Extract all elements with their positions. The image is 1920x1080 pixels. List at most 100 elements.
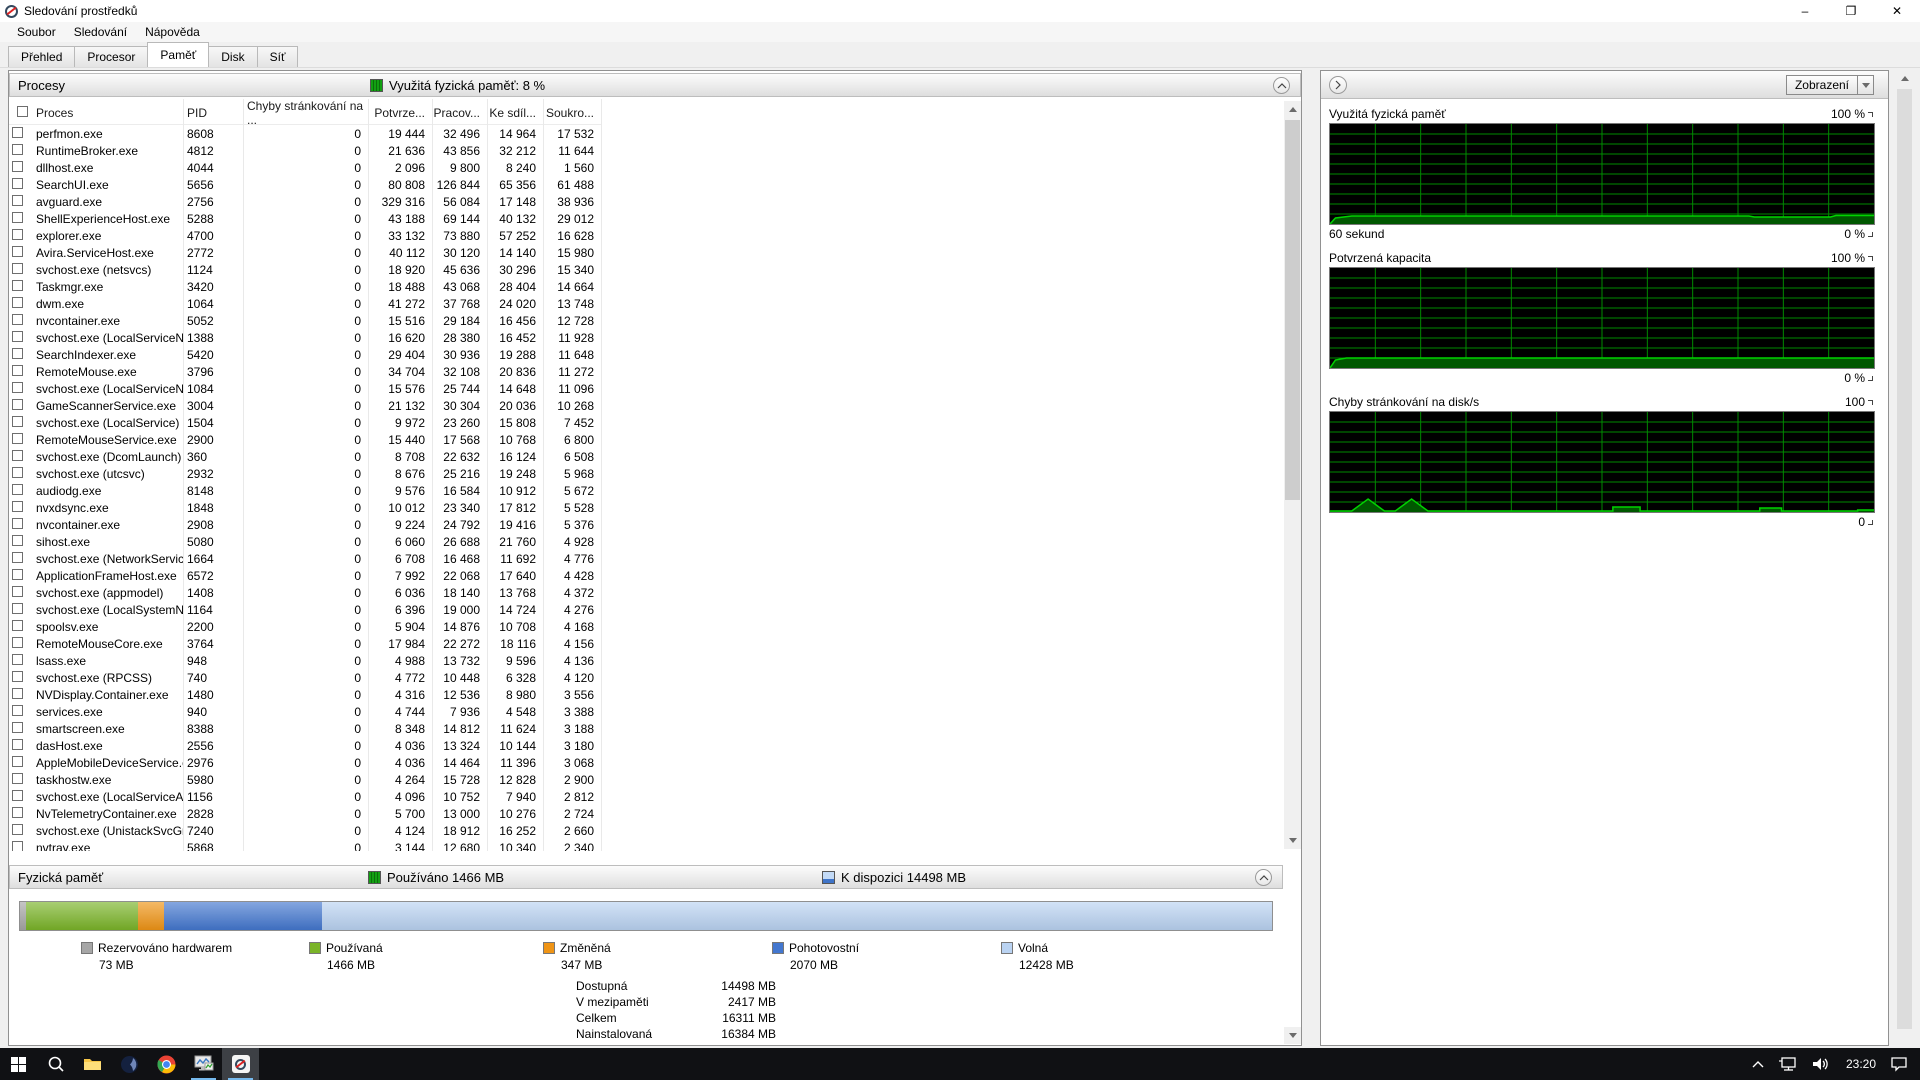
restore-button[interactable]: ❐: [1828, 0, 1874, 22]
row-checkbox[interactable]: [12, 637, 23, 648]
select-all-checkbox[interactable]: [17, 106, 28, 117]
row-checkbox[interactable]: [12, 348, 23, 359]
table-row[interactable]: Taskmgr.exe3420018 48843 06828 40414 664: [9, 278, 601, 295]
taskbar-file-explorer-button[interactable]: [74, 1048, 111, 1080]
scrollbar-thumb[interactable]: [1285, 120, 1300, 500]
processes-section-header[interactable]: Procesy Využitá fyzická paměť: 8 %: [9, 73, 1301, 97]
row-checkbox[interactable]: [12, 229, 23, 240]
table-row[interactable]: nvcontainer.exe290809 22424 79219 4165 3…: [9, 516, 601, 533]
column-header-potvrze[interactable]: Potvrze...: [368, 106, 432, 120]
row-checkbox[interactable]: [12, 178, 23, 189]
menu-napoveda[interactable]: Nápověda: [136, 23, 209, 41]
collapse-memory-button[interactable]: [1255, 869, 1272, 886]
taskbar-resource-monitor-button[interactable]: [185, 1048, 222, 1080]
table-row[interactable]: svchost.exe (DcomLaunch)36008 70822 6321…: [9, 448, 601, 465]
table-row[interactable]: NvTelemetryContainer.exe282805 70013 000…: [9, 805, 601, 822]
row-checkbox[interactable]: [12, 161, 23, 172]
table-row[interactable]: RuntimeBroker.exe4812021 63643 85632 212…: [9, 142, 601, 159]
close-button[interactable]: ✕: [1874, 0, 1920, 22]
tab-procesor[interactable]: Procesor: [74, 46, 148, 67]
row-checkbox[interactable]: [12, 450, 23, 461]
table-row[interactable]: RemoteMouseCore.exe3764017 98422 27218 1…: [9, 635, 601, 652]
table-row[interactable]: dwm.exe1064041 27237 76824 02013 748: [9, 295, 601, 312]
table-row[interactable]: NVDisplay.Container.exe148004 31612 5368…: [9, 686, 601, 703]
table-row[interactable]: nvtray.exe586803 14412 68010 3402 340: [9, 839, 601, 851]
menu-sledovani[interactable]: Sledování: [65, 23, 136, 41]
row-checkbox[interactable]: [12, 756, 23, 767]
table-row[interactable]: svchost.exe (netsvcs)1124018 92045 63630…: [9, 261, 601, 278]
row-checkbox[interactable]: [12, 739, 23, 750]
row-checkbox[interactable]: [12, 518, 23, 529]
taskbar-clock[interactable]: 23:20: [1846, 1057, 1876, 1071]
table-row[interactable]: spoolsv.exe220005 90414 87610 7084 168: [9, 618, 601, 635]
row-checkbox[interactable]: [12, 280, 23, 291]
row-checkbox[interactable]: [12, 654, 23, 665]
start-button[interactable]: [0, 1048, 37, 1080]
tab-pamet[interactable]: Paměť: [147, 42, 209, 67]
row-checkbox[interactable]: [12, 824, 23, 835]
table-row[interactable]: svchost.exe (appmodel)140806 03618 14013…: [9, 584, 601, 601]
row-checkbox[interactable]: [12, 314, 23, 325]
scroll-down-button[interactable]: [1284, 832, 1301, 849]
table-row[interactable]: taskhostw.exe598004 26415 72812 8282 900: [9, 771, 601, 788]
tab-sit[interactable]: Síť: [257, 46, 299, 67]
row-checkbox[interactable]: [12, 263, 23, 274]
menu-soubor[interactable]: Soubor: [8, 23, 65, 41]
table-row[interactable]: AppleMobileDeviceService.exe297604 03614…: [9, 754, 601, 771]
tab-disk[interactable]: Disk: [208, 46, 257, 67]
collapse-processes-button[interactable]: [1273, 77, 1290, 94]
row-checkbox[interactable]: [12, 144, 23, 155]
table-row[interactable]: svchost.exe (UnistackSvcGro...724004 124…: [9, 822, 601, 839]
row-checkbox[interactable]: [12, 212, 23, 223]
table-row[interactable]: avguard.exe27560329 31656 08417 14838 93…: [9, 193, 601, 210]
scroll-up-button[interactable]: [1896, 70, 1913, 87]
process-table-scrollbar[interactable]: [1284, 101, 1301, 849]
row-checkbox[interactable]: [12, 722, 23, 733]
taskbar-resource-monitor-active-button[interactable]: [222, 1048, 259, 1080]
table-row[interactable]: GameScannerService.exe3004021 13230 3042…: [9, 397, 601, 414]
window-scrollbar[interactable]: [1896, 70, 1913, 1046]
table-row[interactable]: svchost.exe (LocalService)150409 97223 2…: [9, 414, 601, 431]
column-header-kesdil[interactable]: Ke sdíl...: [487, 106, 543, 120]
table-row[interactable]: sihost.exe508006 06026 68821 7604 928: [9, 533, 601, 550]
dropdown-caret[interactable]: [1857, 76, 1873, 94]
row-checkbox[interactable]: [12, 569, 23, 580]
column-header-soukro[interactable]: Soukro...: [543, 106, 601, 120]
row-checkbox[interactable]: [12, 297, 23, 308]
table-row[interactable]: nvcontainer.exe5052015 51629 18416 45612…: [9, 312, 601, 329]
row-checkbox[interactable]: [12, 399, 23, 410]
row-checkbox[interactable]: [12, 807, 23, 818]
row-checkbox[interactable]: [12, 195, 23, 206]
table-row[interactable]: svchost.exe (LocalServiceNet...1084015 5…: [9, 380, 601, 397]
table-row[interactable]: SearchUI.exe5656080 808126 84465 35661 4…: [9, 176, 601, 193]
row-checkbox[interactable]: [12, 433, 23, 444]
row-checkbox[interactable]: [12, 790, 23, 801]
row-checkbox[interactable]: [12, 331, 23, 342]
table-row[interactable]: SearchIndexer.exe5420029 40430 93619 288…: [9, 346, 601, 363]
row-checkbox[interactable]: [12, 484, 23, 495]
table-row[interactable]: svchost.exe (LocalServiceAn...115604 096…: [9, 788, 601, 805]
row-checkbox[interactable]: [12, 501, 23, 512]
volume-icon[interactable]: [1812, 1056, 1832, 1072]
tab-prehled[interactable]: Přehled: [8, 46, 75, 67]
row-checkbox[interactable]: [12, 246, 23, 257]
view-dropdown-button[interactable]: Zobrazení: [1786, 75, 1874, 95]
table-row[interactable]: smartscreen.exe838808 34814 81211 6243 1…: [9, 720, 601, 737]
row-checkbox[interactable]: [12, 603, 23, 614]
taskbar-search-button[interactable]: [37, 1048, 74, 1080]
table-row[interactable]: RemoteMouse.exe3796034 70432 10820 83611…: [9, 363, 601, 380]
column-header-proces[interactable]: Proces: [33, 106, 183, 120]
table-row[interactable]: lsass.exe94804 98813 7329 5964 136: [9, 652, 601, 669]
table-row[interactable]: ApplicationFrameHost.exe657207 99222 068…: [9, 567, 601, 584]
table-row[interactable]: dllhost.exe404402 0969 8008 2401 560: [9, 159, 601, 176]
table-row[interactable]: explorer.exe4700033 13273 88057 25216 62…: [9, 227, 601, 244]
network-icon[interactable]: [1778, 1056, 1798, 1072]
row-checkbox[interactable]: [12, 382, 23, 393]
tray-expand-chevron-icon[interactable]: [1752, 1060, 1764, 1068]
column-header-pracov[interactable]: Pracov...: [432, 106, 487, 120]
row-checkbox[interactable]: [12, 365, 23, 376]
table-row[interactable]: perfmon.exe8608019 44432 49614 96417 532: [9, 125, 601, 142]
row-checkbox[interactable]: [12, 620, 23, 631]
table-row[interactable]: svchost.exe (utcsvc)293208 67625 21619 2…: [9, 465, 601, 482]
row-checkbox[interactable]: [12, 841, 23, 852]
